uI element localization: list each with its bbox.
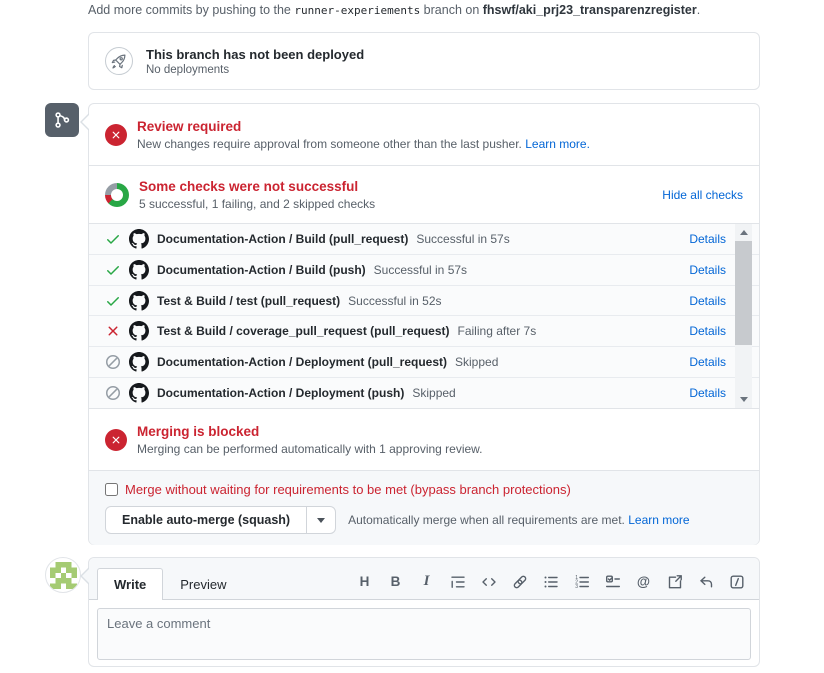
comment-composer: Write Preview H B I 123 @ (88, 557, 760, 667)
user-avatar[interactable] (45, 557, 81, 593)
enable-auto-merge-label[interactable]: Enable auto-merge (squash) (106, 507, 306, 533)
check-success-icon (105, 262, 121, 278)
tab-preview[interactable]: Preview (163, 568, 243, 600)
scroll-up-icon[interactable] (735, 225, 752, 240)
merge-status-card: Review required New changes require appr… (88, 103, 760, 545)
check-row: Test & Build / test (pull_request) Succe… (89, 285, 759, 316)
github-actions-avatar (129, 321, 149, 341)
details-link[interactable]: Details (689, 294, 726, 308)
check-name: Documentation-Action / Build (push) (157, 263, 366, 277)
merging-blocked-section: Merging is blocked Merging can be perfor… (89, 409, 759, 471)
chevron-down-icon (317, 518, 325, 523)
repo-name: fhswf/aki_prj23_transparenzregister (483, 3, 697, 17)
comment-tab-bar: Write Preview H B I 123 @ (89, 558, 759, 600)
github-actions-avatar (129, 260, 149, 280)
check-result: Successful in 52s (348, 294, 441, 308)
deployment-subtitle: No deployments (146, 64, 364, 76)
push-hint-middle: branch on (420, 3, 483, 17)
github-actions-avatar (129, 229, 149, 249)
check-result: Skipped (412, 386, 455, 400)
check-result: Skipped (455, 355, 498, 369)
enable-auto-merge-button[interactable]: Enable auto-merge (squash) (105, 506, 336, 534)
merging-blocked-title: Merging is blocked (137, 424, 483, 439)
check-row: Documentation-Action / Build (pull_reque… (89, 224, 759, 254)
bypass-protections-row[interactable]: Merge without waiting for requirements t… (105, 482, 743, 497)
check-success-icon (105, 293, 121, 309)
details-link[interactable]: Details (689, 263, 726, 277)
check-name: Test & Build / test (pull_request) (157, 294, 340, 308)
checks-summary-donut-icon (105, 183, 129, 207)
task-list-icon[interactable] (604, 573, 621, 590)
check-skipped-icon (105, 385, 121, 401)
git-branch-icon (45, 103, 79, 137)
push-hint-prefix: Add more commits by pushing to the (88, 3, 294, 17)
check-skipped-icon (105, 354, 121, 370)
slash-commands-icon[interactable] (728, 573, 745, 590)
push-hint: Add more commits by pushing to the runne… (88, 3, 700, 17)
bold-icon[interactable]: B (387, 573, 404, 590)
heading-icon[interactable]: H (356, 573, 373, 590)
check-name: Documentation-Action / Deployment (push) (157, 386, 404, 400)
details-link[interactable]: Details (689, 355, 726, 369)
link-icon[interactable] (511, 573, 528, 590)
branch-name: runner-experiements (294, 4, 420, 17)
saved-replies-icon[interactable] (697, 573, 714, 590)
details-link[interactable]: Details (689, 324, 726, 338)
auto-merge-hint: Automatically merge when all requirement… (348, 513, 628, 527)
hide-all-checks-link[interactable]: Hide all checks (662, 188, 743, 202)
tab-write[interactable]: Write (97, 568, 163, 600)
github-actions-avatar (129, 352, 149, 372)
github-actions-avatar (129, 383, 149, 403)
checks-list: Documentation-Action / Build (pull_reque… (89, 224, 759, 409)
deployment-card: This branch has not been deployed No dep… (88, 32, 760, 90)
bypass-protections-label: Merge without waiting for requirements t… (125, 482, 571, 497)
review-required-title: Review required (137, 119, 590, 134)
details-link[interactable]: Details (689, 386, 726, 400)
italic-icon[interactable]: I (418, 573, 435, 590)
review-required-description: New changes require approval from someon… (137, 137, 525, 151)
check-row: Documentation-Action / Build (push) Succ… (89, 254, 759, 285)
github-actions-avatar (129, 291, 149, 311)
scroll-down-icon[interactable] (735, 392, 752, 407)
checks-summary-subtitle: 5 successful, 1 failing, and 2 skipped c… (139, 197, 375, 211)
check-success-icon (105, 231, 121, 247)
markdown-toolbar: H B I 123 @ (356, 573, 745, 590)
checks-summary-title: Some checks were not successful (139, 179, 375, 194)
check-failure-icon (105, 323, 121, 339)
unordered-list-icon[interactable] (542, 573, 559, 590)
ordered-list-icon[interactable]: 123 (573, 573, 590, 590)
checks-scrollbar[interactable] (735, 224, 752, 408)
check-name: Documentation-Action / Build (pull_reque… (157, 232, 408, 246)
rocket-icon (105, 47, 133, 75)
auto-merge-dropdown-button[interactable] (306, 507, 335, 533)
review-required-section: Review required New changes require appr… (89, 104, 759, 166)
deployment-title: This branch has not been deployed (146, 47, 364, 62)
check-row: Documentation-Action / Deployment (push)… (89, 377, 759, 408)
check-result: Failing after 7s (458, 324, 537, 338)
push-hint-suffix: . (697, 3, 700, 17)
svg-text:3: 3 (575, 584, 578, 590)
checks-summary-section: Some checks were not successful 5 succes… (89, 166, 759, 224)
details-link[interactable]: Details (689, 232, 726, 246)
check-name: Test & Build / coverage_pull_request (pu… (157, 324, 450, 338)
mention-icon[interactable]: @ (635, 573, 652, 590)
x-circle-icon (105, 124, 127, 146)
auto-merge-learn-more-link[interactable]: Learn more (628, 513, 689, 527)
cross-reference-icon[interactable] (666, 573, 683, 590)
quote-icon[interactable] (449, 573, 466, 590)
code-icon[interactable] (480, 573, 497, 590)
bypass-protections-checkbox[interactable] (105, 483, 118, 496)
check-result: Successful in 57s (374, 263, 467, 277)
check-row: Test & Build / coverage_pull_request (pu… (89, 315, 759, 346)
check-row: Documentation-Action / Deployment (pull_… (89, 346, 759, 377)
check-result: Successful in 57s (416, 232, 509, 246)
merge-actions-footer: Merge without waiting for requirements t… (89, 471, 759, 545)
x-circle-icon (105, 429, 127, 451)
merging-blocked-description: Merging can be performed automatically w… (137, 442, 483, 456)
review-learn-more-link[interactable]: Learn more. (525, 137, 590, 151)
check-name: Documentation-Action / Deployment (pull_… (157, 355, 447, 369)
scrollbar-thumb[interactable] (735, 241, 752, 345)
comment-textarea[interactable] (97, 608, 751, 660)
